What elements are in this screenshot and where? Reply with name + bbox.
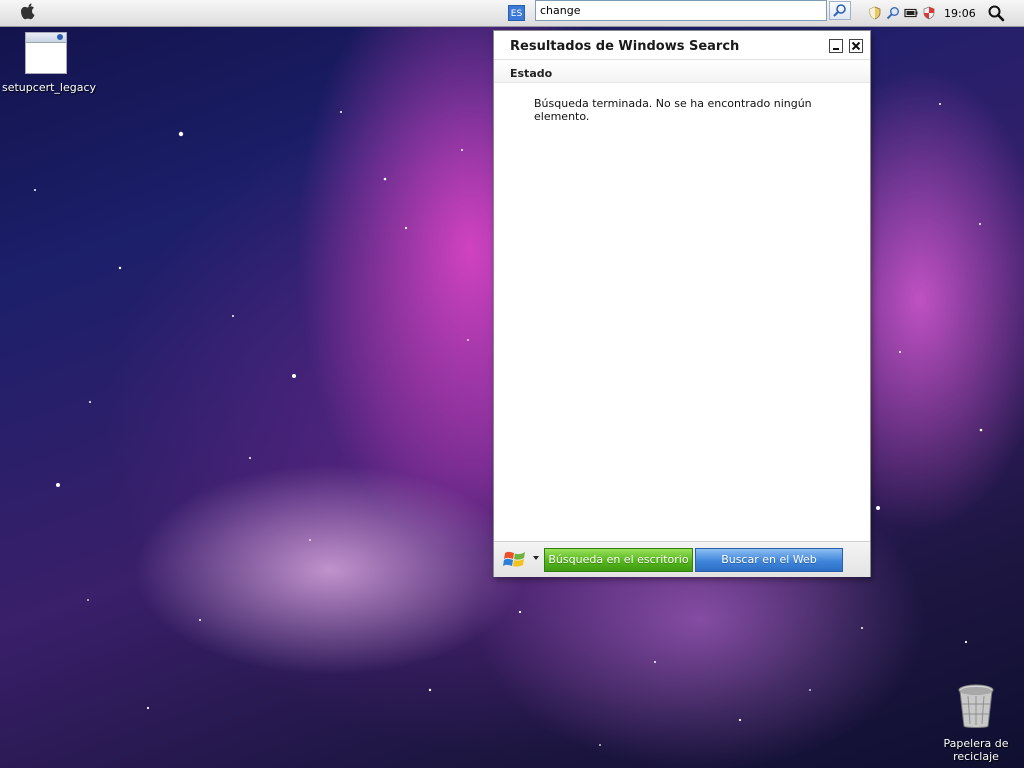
apple-icon[interactable] (20, 2, 36, 22)
desktop-icon-recycle-bin[interactable]: Papelera de reciclaje (940, 682, 1012, 763)
windows-logo-icon[interactable] (503, 549, 527, 571)
minimize-button[interactable] (829, 39, 843, 53)
web-search-button[interactable]: Buscar en el Web (695, 548, 843, 572)
desktop-icon-setupcert[interactable]: setupcert_legacy (2, 32, 97, 94)
search-tray-icon[interactable] (886, 6, 900, 20)
status-label: Estado (510, 67, 553, 80)
search-button[interactable] (829, 1, 851, 20)
desktop-icon-label: Papelera de reciclaje (943, 737, 1009, 763)
desktop-icon-label: setupcert_legacy (2, 81, 97, 94)
desktop-search-button[interactable]: Búsqueda en el escritorio (544, 548, 693, 572)
spotlight-icon[interactable] (987, 4, 1005, 22)
magnifier-icon (833, 4, 846, 17)
battery-icon[interactable] (904, 6, 918, 20)
security-shield-icon[interactable] (922, 6, 936, 20)
window-app-icon (25, 32, 67, 74)
menu-clock[interactable]: 19:06 (944, 7, 976, 20)
shield-icon[interactable] (868, 6, 882, 20)
menu-bar: ES 19:06 (0, 0, 1024, 27)
language-indicator[interactable]: ES (508, 5, 525, 21)
trash-icon (958, 684, 994, 728)
window-title: Resultados de Windows Search (510, 39, 740, 54)
minimize-icon (833, 48, 839, 50)
close-button[interactable] (849, 39, 863, 53)
window-footer: Búsqueda en el escritorio Buscar en el W… (494, 541, 870, 577)
search-results-window: Resultados de Windows Search Estado Búsq… (493, 30, 871, 577)
search-input[interactable] (535, 0, 827, 21)
status-message: Búsqueda terminada. No se ha encontrado … (534, 97, 812, 123)
chevron-down-icon[interactable] (532, 554, 540, 562)
close-icon (851, 41, 861, 51)
